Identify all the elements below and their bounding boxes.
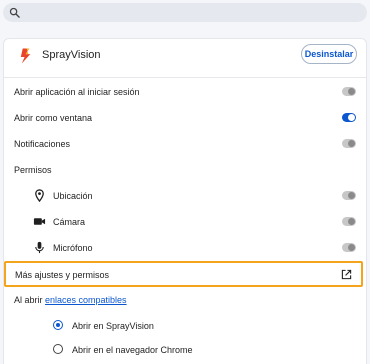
- setting-label: Abrir como ventana: [14, 113, 93, 123]
- setting-row-open-as-window[interactable]: Abrir como ventana: [4, 105, 366, 131]
- radio-open-in-app[interactable]: [53, 320, 63, 330]
- setting-label: Notificaciones: [14, 139, 71, 149]
- location-pin-icon: [35, 189, 44, 202]
- search-icon: [9, 7, 20, 18]
- camera-icon: [33, 218, 46, 225]
- notifications-toggle[interactable]: [342, 139, 356, 148]
- microphone-toggle[interactable]: [342, 243, 356, 252]
- open-links-heading: Al abrir enlaces compatibles: [14, 295, 127, 305]
- radio-open-in-chrome[interactable]: [53, 344, 63, 354]
- uninstall-button[interactable]: Desinstalar: [301, 44, 357, 64]
- open-links-heading-row: Al abrir enlaces compatibles: [4, 287, 366, 313]
- permissions-heading-row: Permisos: [4, 157, 366, 183]
- more-settings-row[interactable]: Más ajustes y permisos: [4, 261, 363, 287]
- setting-row-notifications[interactable]: Notificaciones: [4, 131, 366, 157]
- app-header: SprayVision Desinstalar: [4, 39, 366, 71]
- setting-row-open-at-login[interactable]: Abrir aplicación al iniciar sesión: [4, 79, 366, 105]
- setting-label: Abrir aplicación al iniciar sesión: [14, 87, 140, 97]
- camera-toggle[interactable]: [342, 217, 356, 226]
- open-in-new-icon: [341, 269, 352, 280]
- app-settings-card: SprayVision Desinstalar Abrir aplicación…: [3, 38, 367, 364]
- open-links-option[interactable]: Abrir en el navegador Chrome: [4, 337, 366, 363]
- permission-row-location[interactable]: Ubicación: [4, 183, 366, 209]
- location-toggle[interactable]: [342, 191, 356, 200]
- permissions-heading: Permisos: [14, 165, 52, 175]
- permission-label: Cámara: [53, 217, 86, 227]
- open-links-option[interactable]: Abrir en SprayVision: [4, 313, 366, 339]
- radio-label: Abrir en el navegador Chrome: [72, 345, 193, 355]
- open-links-prefix: Al abrir: [14, 295, 46, 305]
- sprayvision-logo-icon: [20, 48, 31, 64]
- divider: [4, 77, 366, 78]
- permission-row-microphone[interactable]: Micrófono: [4, 235, 366, 261]
- permission-label: Micrófono: [53, 243, 93, 253]
- app-name: SprayVision: [42, 49, 101, 61]
- permission-row-camera[interactable]: Cámara: [4, 209, 366, 235]
- permission-label: Ubicación: [53, 191, 93, 201]
- open-at-login-toggle[interactable]: [342, 87, 356, 96]
- compatible-links-link[interactable]: enlaces compatibles: [45, 295, 127, 305]
- microphone-icon: [35, 241, 44, 254]
- more-settings-label: Más ajustes y permisos: [15, 270, 110, 280]
- radio-label: Abrir en SprayVision: [72, 321, 154, 331]
- open-as-window-toggle[interactable]: [342, 113, 356, 122]
- search-bar[interactable]: [3, 3, 367, 22]
